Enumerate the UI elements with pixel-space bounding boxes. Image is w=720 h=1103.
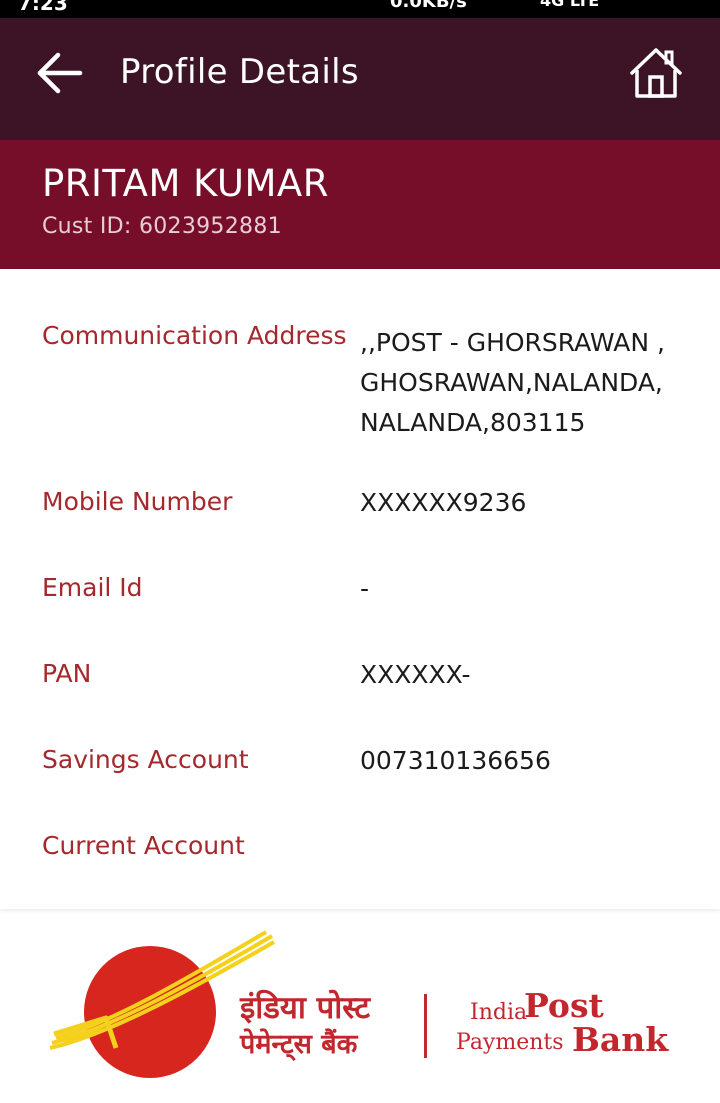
logo-divider <box>424 994 427 1058</box>
profile-details-card: Communication Address ,,POST - GHORSRAWA… <box>0 269 720 909</box>
network-speed: 0.0KB/s <box>390 0 467 12</box>
customer-id-value: 6023952881 <box>138 214 282 239</box>
network-type: 4G LTE <box>540 0 600 10</box>
back-button[interactable] <box>34 50 86 96</box>
customer-name: PRITAM KUMAR <box>42 162 329 205</box>
page-title: Profile Details <box>120 52 359 92</box>
address-value: ,,POST - GHORSRAWAN , GHOSRAWAN,NALANDA,… <box>360 328 665 437</box>
logo-text-bank: Bank <box>572 1020 669 1059</box>
address-label: Communication Address <box>42 321 347 350</box>
logo-hindi-line-1: इंडिया पोस्ट <box>240 990 370 1026</box>
home-icon <box>630 48 682 98</box>
logo-text-india: India <box>470 1000 528 1025</box>
email-value: - <box>360 574 370 603</box>
customer-id-row: Cust ID: 6023952881 <box>42 214 282 239</box>
profile-header: PRITAM KUMAR Cust ID: 6023952881 <box>0 140 720 269</box>
email-label: Email Id <box>42 573 143 602</box>
home-button[interactable] <box>628 46 684 100</box>
status-time: 7:23 <box>18 0 68 15</box>
app-bar: Profile Details <box>0 18 720 140</box>
status-bar: 7:23 0.0KB/s 4G LTE <box>0 0 720 18</box>
savings-account-value: 007310136656 <box>360 746 551 775</box>
pan-label: PAN <box>42 659 92 688</box>
customer-id-label: Cust ID: <box>42 214 132 239</box>
logo-text-payments: Payments <box>456 1030 564 1055</box>
current-account-label: Current Account <box>42 831 245 860</box>
mobile-value: XXXXXX9236 <box>360 488 527 517</box>
arrow-left-icon <box>37 52 83 94</box>
logo-hindi-line-2: पेमेन्ट्स बैंक <box>240 1029 358 1060</box>
mobile-label: Mobile Number <box>42 487 233 516</box>
pan-value: XXXXXX- <box>360 660 471 689</box>
ippb-logo: इंडिया पोस्ट पेमेन्ट्स बैंक India Post P… <box>0 930 720 1103</box>
savings-account-label: Savings Account <box>42 745 249 774</box>
